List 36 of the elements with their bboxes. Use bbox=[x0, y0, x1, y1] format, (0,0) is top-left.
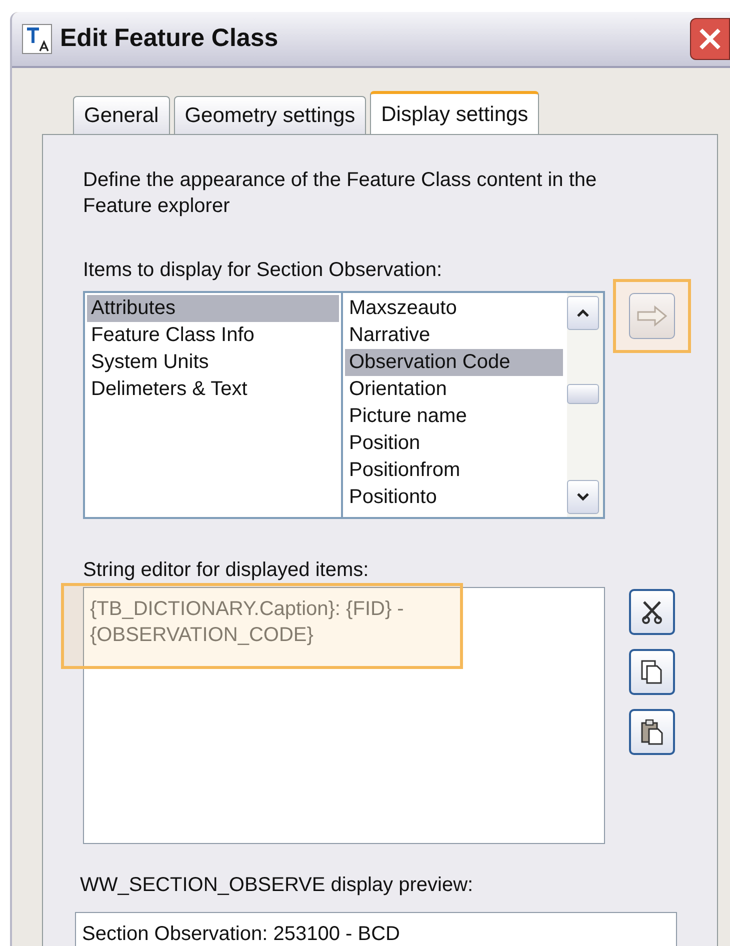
string-editor-label: String editor for displayed items: bbox=[83, 558, 370, 583]
list-item[interactable]: Position bbox=[345, 430, 563, 457]
window-title: Edit Feature Class bbox=[60, 23, 278, 54]
preview-field: Section Observation: 253100 - BCD bbox=[75, 912, 677, 946]
scrollbar[interactable] bbox=[567, 293, 603, 517]
cut-button[interactable] bbox=[629, 589, 675, 635]
chevron-down-icon bbox=[576, 492, 590, 502]
tab[interactable]: Geometry settings bbox=[174, 96, 366, 134]
list-item[interactable]: System Units bbox=[87, 349, 339, 376]
paste-button[interactable] bbox=[629, 709, 675, 755]
list-item[interactable]: Narrative bbox=[345, 322, 563, 349]
list-item[interactable]: Attributes bbox=[87, 295, 339, 322]
list-item[interactable]: Maxszeauto bbox=[345, 295, 563, 322]
editor-text: {TB_DICTIONARY.Caption}: {FID} - {OBSERVATION_CODE} bbox=[90, 597, 404, 648]
close-button[interactable] bbox=[690, 18, 730, 60]
list-item[interactable]: Feature Class Info bbox=[87, 322, 339, 349]
list-item[interactable]: Positionfrom bbox=[345, 457, 563, 484]
items-label: Items to display for Section Observation: bbox=[83, 258, 444, 283]
list-item[interactable]: Positionto bbox=[345, 484, 563, 511]
arrow-right-icon bbox=[636, 305, 668, 327]
copy-button[interactable] bbox=[629, 649, 675, 695]
description-text: Define the appearance of the Feature Class content in the Feature explorer bbox=[83, 168, 598, 219]
list-item[interactable]: Observation Code bbox=[345, 349, 563, 376]
chevron-up-icon bbox=[576, 308, 590, 318]
preview-label: WW_SECTION_OBSERVE display preview: bbox=[80, 873, 474, 898]
scroll-down-button[interactable] bbox=[567, 480, 599, 514]
string-editor-field[interactable]: {TB_DICTIONARY.Caption}: {FID} - {OBSERVATION_CODE} bbox=[83, 587, 605, 844]
scroll-thumb[interactable] bbox=[567, 384, 599, 404]
close-icon bbox=[697, 26, 723, 52]
list-item[interactable]: Orientation bbox=[345, 376, 563, 403]
tab[interactable]: General bbox=[73, 96, 170, 134]
list-item[interactable]: Picture name bbox=[345, 403, 563, 430]
list-item[interactable]: Delimeters & Text bbox=[87, 376, 339, 403]
app-logo-icon bbox=[22, 24, 52, 54]
tab[interactable]: Display settings bbox=[370, 91, 540, 135]
scroll-up-button[interactable] bbox=[567, 296, 599, 330]
